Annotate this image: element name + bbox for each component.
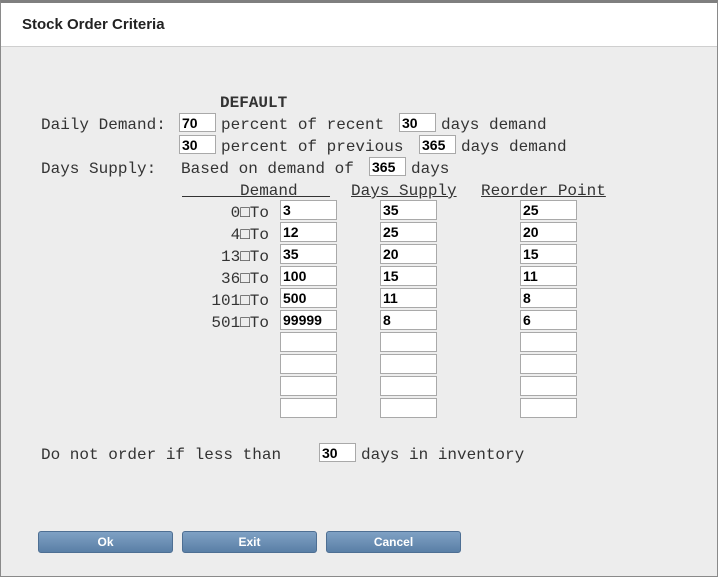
reorder-point-input[interactable] bbox=[520, 244, 577, 264]
days-supply-input[interactable] bbox=[380, 398, 437, 418]
days-supply-label: Days Supply: bbox=[41, 160, 157, 178]
demand-to-input[interactable] bbox=[280, 310, 337, 330]
cancel-button[interactable]: Cancel bbox=[326, 531, 461, 553]
reorder-point-input[interactable] bbox=[520, 222, 577, 242]
reorder-point-input[interactable] bbox=[520, 354, 577, 374]
default-heading: DEFAULT bbox=[220, 94, 288, 112]
row-from-label: 0□To bbox=[230, 204, 269, 222]
min-inventory-prefix: Do not order if less than bbox=[41, 446, 282, 464]
row-from-label: 501□To bbox=[211, 314, 269, 332]
previous-percent-input[interactable] bbox=[179, 135, 216, 154]
previous-percent-text: percent of previous bbox=[221, 138, 404, 156]
exit-button[interactable]: Exit bbox=[182, 531, 317, 553]
row-from-label: 4□To bbox=[230, 226, 269, 244]
days-supply-input[interactable] bbox=[380, 222, 437, 242]
days-supply-input[interactable] bbox=[380, 200, 437, 220]
demand-to-input[interactable] bbox=[280, 266, 337, 286]
reorder-point-input[interactable] bbox=[520, 376, 577, 396]
recent-percent-text: percent of recent bbox=[221, 116, 385, 134]
days-supply-input[interactable] bbox=[380, 244, 437, 264]
demand-to-input[interactable] bbox=[280, 332, 337, 352]
reorder-point-input[interactable] bbox=[520, 310, 577, 330]
min-inventory-suffix: days in inventory bbox=[361, 446, 525, 464]
row-from-label: 13□To bbox=[220, 248, 269, 266]
reorder-point-input[interactable] bbox=[520, 266, 577, 286]
reorder-point-input[interactable] bbox=[520, 332, 577, 352]
days-supply-input[interactable] bbox=[380, 310, 437, 330]
min-inventory-days-input[interactable] bbox=[319, 443, 356, 462]
days-supply-input[interactable] bbox=[380, 354, 437, 374]
days-supply-input[interactable] bbox=[380, 266, 437, 286]
days-supply-input[interactable] bbox=[380, 288, 437, 308]
recent-days-text: days demand bbox=[441, 116, 547, 134]
stock-order-criteria-dialog: Stock Order Criteria DEFAULT Daily Deman… bbox=[0, 0, 718, 577]
previous-days-input[interactable] bbox=[419, 135, 456, 154]
based-days-suffix: days bbox=[411, 160, 450, 178]
recent-days-input[interactable] bbox=[399, 113, 436, 132]
based-on-demand-text: Based on demand of bbox=[181, 160, 354, 178]
demand-to-input[interactable] bbox=[280, 200, 337, 220]
reorder-point-input[interactable] bbox=[520, 398, 577, 418]
demand-to-input[interactable] bbox=[280, 222, 337, 242]
based-days-input[interactable] bbox=[369, 157, 406, 176]
reorder-point-input[interactable] bbox=[520, 288, 577, 308]
days-supply-input[interactable] bbox=[380, 376, 437, 396]
row-from-label: 101□To bbox=[211, 292, 269, 310]
daily-demand-label: Daily Demand: bbox=[41, 116, 166, 134]
dialog-title: Stock Order Criteria bbox=[22, 16, 165, 33]
days-supply-input[interactable] bbox=[380, 332, 437, 352]
demand-to-input[interactable] bbox=[280, 354, 337, 374]
demand-to-input[interactable] bbox=[280, 288, 337, 308]
demand-to-input[interactable] bbox=[280, 376, 337, 396]
title-bar: Stock Order Criteria bbox=[1, 3, 717, 47]
demand-header: Demand bbox=[240, 182, 298, 200]
reorder-point-header: Reorder Point bbox=[481, 182, 606, 200]
recent-percent-input[interactable] bbox=[179, 113, 216, 132]
previous-days-text: days demand bbox=[461, 138, 567, 156]
row-from-label: 36□To bbox=[220, 270, 269, 288]
demand-to-input[interactable] bbox=[280, 398, 337, 418]
ok-button[interactable]: Ok bbox=[38, 531, 173, 553]
reorder-point-input[interactable] bbox=[520, 200, 577, 220]
demand-to-input[interactable] bbox=[280, 244, 337, 264]
days-supply-header: Days Supply bbox=[351, 182, 457, 200]
